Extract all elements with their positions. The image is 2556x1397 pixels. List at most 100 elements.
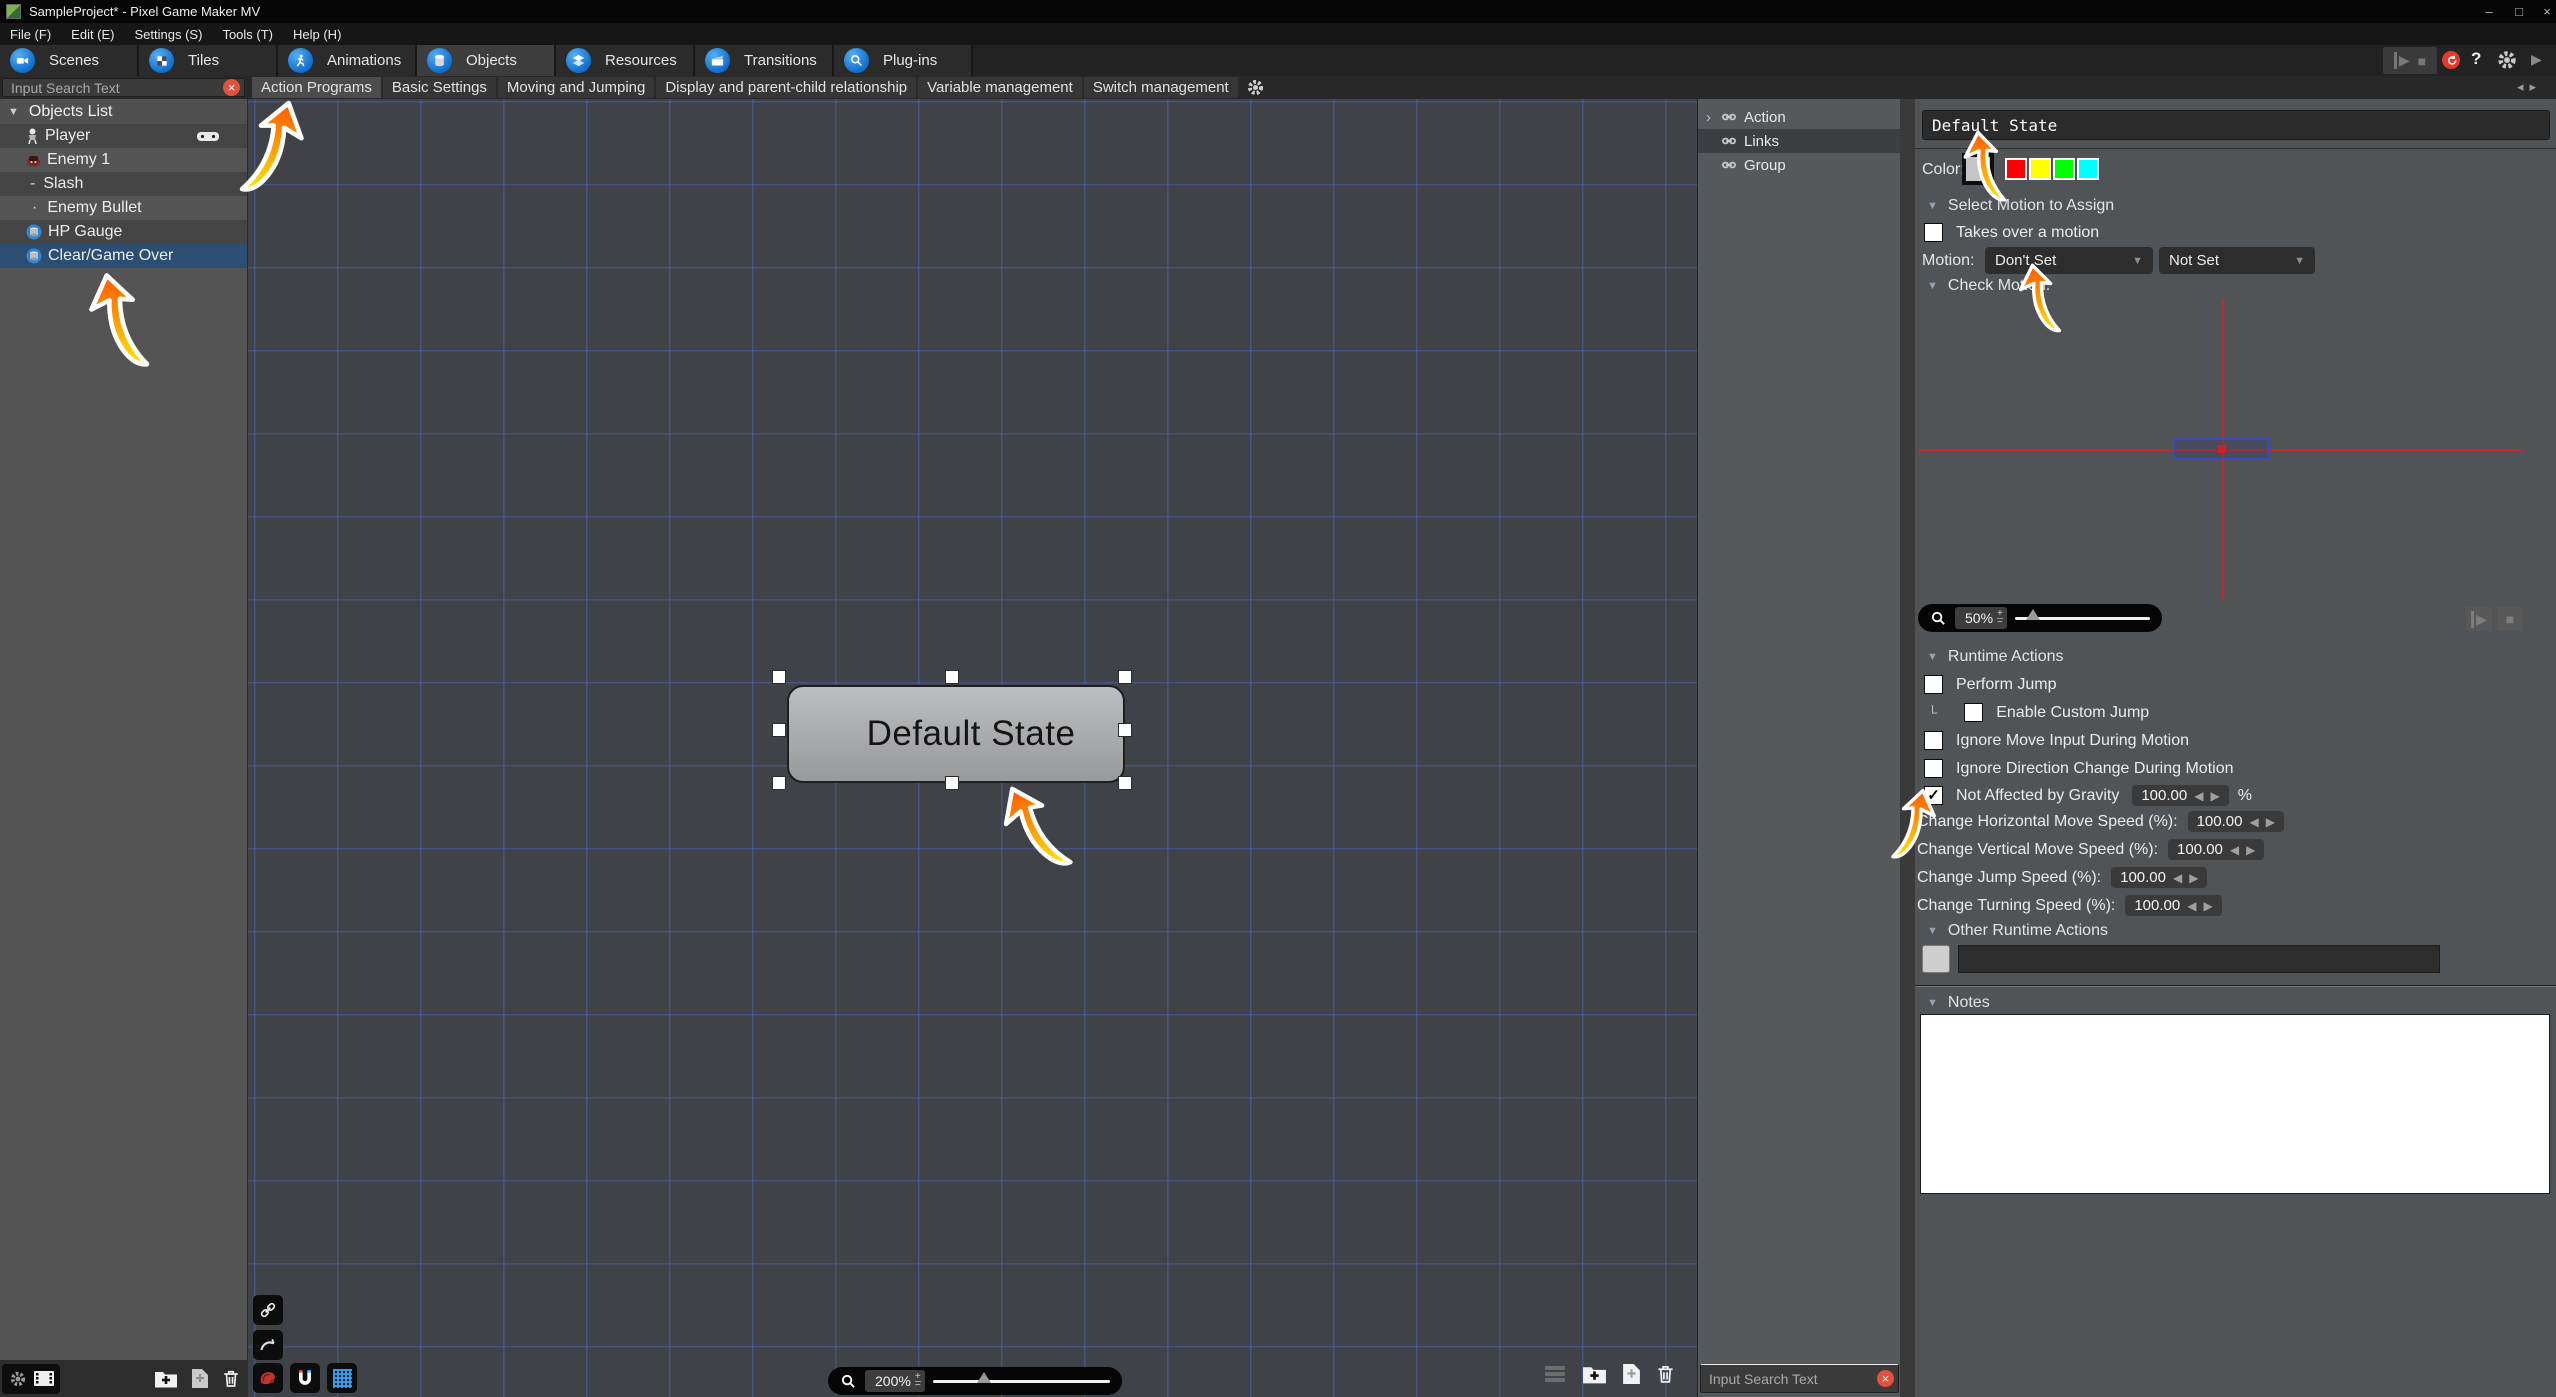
notes-textarea[interactable] (1920, 1014, 2550, 1194)
expand-chevron-icon[interactable]: › (1706, 109, 1711, 126)
spin-down-icon[interactable]: ◀ (2173, 871, 2182, 885)
selection-handle-se[interactable] (1118, 776, 1132, 790)
spin-up-icon[interactable]: ▶ (2203, 899, 2212, 913)
collapse-left-icon[interactable]: ◂ (2517, 79, 2530, 94)
notes-header[interactable]: ▼ Notes (1927, 994, 1990, 1012)
state-node-default-state[interactable]: Default State (787, 685, 1125, 783)
collapse-right-icon[interactable]: ▸ (2529, 79, 2542, 94)
spin-up-icon[interactable]: ▶ (2266, 815, 2275, 829)
zoom-minus[interactable]: − (915, 1380, 921, 1390)
toolbar-tab-objects[interactable]: Objects (417, 45, 556, 76)
slider-thumb[interactable] (976, 1372, 991, 1383)
selection-handle-w[interactable] (772, 723, 786, 737)
selection-handle-e[interactable] (1118, 723, 1132, 737)
enable-custom-jump-row[interactable]: └ Enable Custom Jump (1928, 703, 2149, 722)
spin-down-icon[interactable]: ◀ (2249, 815, 2258, 829)
search-input[interactable] (11, 79, 223, 96)
speed-value-box[interactable]: 100.00 ◀ ▶ (2187, 811, 2284, 832)
tab-switch-management[interactable]: Switch management (1083, 77, 1238, 98)
toolbar-tab-animations[interactable]: Animations (278, 45, 417, 76)
gravity-value-box[interactable]: 100.00 ◀ ▶ (2132, 785, 2229, 806)
selection-handle-sw[interactable] (772, 776, 786, 790)
speed-value-box[interactable]: 100.00 ◀ ▶ (2168, 839, 2265, 860)
links-search[interactable]: × (1700, 1364, 1899, 1393)
panel-item-links[interactable]: Links (1698, 129, 1900, 153)
ignore-direction-change-checkbox[interactable] (1924, 759, 1943, 778)
slider-track[interactable] (932, 1379, 1110, 1383)
run-icon[interactable]: ▶ (2531, 51, 2542, 68)
add-page-icon[interactable] (191, 1368, 209, 1389)
not-affected-gravity-row[interactable]: ✓ Not Affected by Gravity 100.00 ◀ ▶ % (1924, 785, 2252, 806)
menu-tools[interactable]: Tools (T) (212, 23, 283, 45)
minimize-button[interactable]: – (2476, 0, 2502, 23)
toolbar-tab-plugins[interactable]: Plug-ins (834, 45, 973, 76)
runtime-actions-header[interactable]: ▼ Runtime Actions (1927, 648, 2064, 666)
link-tool-button[interactable] (253, 1295, 283, 1325)
sidebar-item-hp-gauge[interactable]: HP Gauge (0, 220, 247, 244)
spin-up-icon[interactable]: ▶ (2189, 871, 2198, 885)
selection-handle-s[interactable] (945, 776, 959, 790)
motion-secondary-dropdown[interactable]: Not Set ▼ (2159, 247, 2315, 274)
menu-edit[interactable]: Edit (E) (61, 23, 124, 45)
collapse-triangle-icon[interactable]: ▼ (1927, 997, 1938, 1009)
collapse-triangle-icon[interactable]: ▼ (1927, 200, 1938, 212)
other-runtime-actions-header[interactable]: ▼ Other Runtime Actions (1927, 922, 2108, 940)
sidebar-item-slash[interactable]: - Slash (0, 172, 247, 196)
slider-thumb[interactable] (2025, 609, 2040, 620)
zoom-stepper[interactable]: + − (914, 1371, 921, 1390)
color-swatch-yellow[interactable] (2029, 158, 2051, 180)
reset-icon[interactable] (2442, 51, 2460, 69)
zoom-minus[interactable]: − (1997, 617, 2003, 627)
spin-up-icon[interactable]: ▶ (2210, 789, 2219, 803)
add-runtime-action-button[interactable] (1922, 945, 1950, 973)
preview-play-button[interactable]: ▶ (2466, 607, 2492, 631)
preview-stop-button[interactable]: ■ (2497, 607, 2523, 631)
panel-item-group[interactable]: Group (1698, 153, 1900, 177)
color-swatch-cyan[interactable] (2077, 158, 2099, 180)
add-page-icon[interactable] (1622, 1363, 1641, 1385)
spin-down-icon[interactable]: ◀ (2187, 899, 2196, 913)
collapse-triangle-icon[interactable]: ▼ (8, 106, 19, 118)
trash-icon[interactable] (222, 1368, 240, 1389)
tab-settings-gear-icon[interactable] (1246, 78, 1265, 97)
list-icon[interactable] (1543, 1364, 1567, 1384)
help-icon[interactable]: ? (2471, 49, 2481, 69)
sidebar-item-enemy1[interactable]: Enemy 1 (0, 148, 247, 172)
sidebar-search[interactable]: × (2, 78, 245, 97)
sidebar-item-clear-game-over[interactable]: Clear/Game Over (0, 244, 247, 268)
settings-gear-icon[interactable] (2496, 49, 2518, 71)
selection-handle-ne[interactable] (1118, 670, 1132, 684)
ignore-move-input-row[interactable]: Ignore Move Input During Motion (1924, 731, 2189, 750)
perform-jump-row[interactable]: Perform Jump (1924, 675, 2056, 694)
menu-help[interactable]: Help (H) (283, 23, 351, 45)
selection-handle-n[interactable] (945, 670, 959, 684)
collapse-triangle-icon[interactable]: ▼ (1927, 925, 1938, 937)
toolbar-tab-scenes[interactable]: Scenes (0, 45, 139, 76)
trash-icon[interactable] (1656, 1363, 1675, 1385)
clear-search-icon[interactable]: × (1877, 1370, 1894, 1387)
tab-moving-jumping[interactable]: Moving and Jumping (497, 77, 655, 98)
close-button[interactable]: × (2534, 0, 2556, 23)
action-program-canvas[interactable]: Default State 200% + − (248, 99, 1697, 1397)
toolbar-tab-transitions[interactable]: Transitions (695, 45, 834, 76)
spin-down-icon[interactable]: ◀ (2230, 843, 2239, 857)
links-search-input[interactable] (1709, 1370, 1877, 1387)
perform-jump-checkbox[interactable] (1924, 675, 1943, 694)
snap-magnet-button[interactable] (290, 1363, 320, 1393)
collapse-triangle-icon[interactable]: ▼ (1927, 651, 1938, 663)
takes-over-motion-row[interactable]: Takes over a motion (1924, 223, 2099, 242)
sidebar-item-enemy-bullet[interactable]: · Enemy Bullet (0, 196, 247, 220)
select-motion-header[interactable]: ▼ Select Motion to Assign (1927, 197, 2114, 215)
runtime-action-slot[interactable] (1958, 945, 2440, 973)
add-folder-icon[interactable] (1582, 1364, 1607, 1385)
clear-search-icon[interactable]: × (223, 79, 240, 96)
stop-icon[interactable]: ■ (2418, 53, 2426, 69)
objects-list-header[interactable]: ▼ Objects List (0, 100, 247, 124)
toolbar-tab-resources[interactable]: Resources (556, 45, 695, 76)
ignore-direction-change-row[interactable]: Ignore Direction Change During Motion (1924, 759, 2233, 778)
spin-up-icon[interactable]: ▶ (2246, 843, 2255, 857)
add-folder-icon[interactable] (154, 1369, 178, 1389)
toolbar-tab-tiles[interactable]: Tiles (139, 45, 278, 76)
panel-item-action[interactable]: › Action (1698, 105, 1900, 129)
speed-value-box[interactable]: 100.00 ◀ ▶ (2125, 895, 2222, 916)
